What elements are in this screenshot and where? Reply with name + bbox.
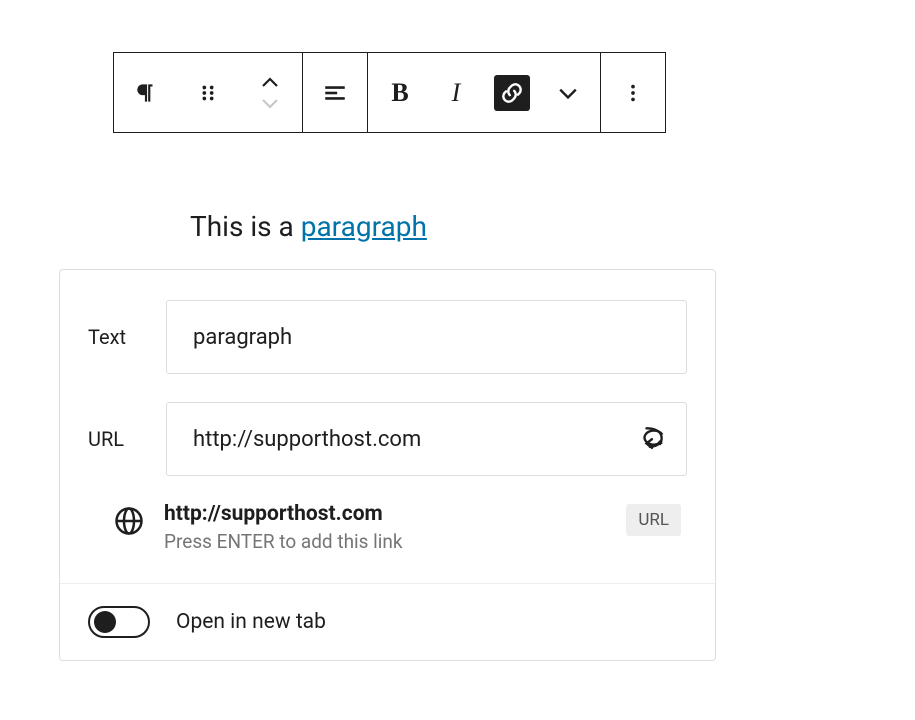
chevron-down-icon[interactable] — [261, 97, 279, 109]
submit-link-icon[interactable] — [639, 423, 667, 455]
paragraph-block[interactable]: This is a paragraph — [190, 210, 427, 243]
link-button[interactable] — [494, 75, 530, 111]
link-url-label: URL — [88, 427, 166, 451]
link-popover: Text URL — [59, 269, 716, 661]
chevron-up-icon[interactable] — [261, 77, 279, 89]
bold-button[interactable]: B — [382, 75, 418, 111]
link-text-input[interactable] — [166, 300, 687, 374]
paragraph-link[interactable]: paragraph — [301, 210, 427, 243]
link-text-label: Text — [88, 325, 166, 349]
italic-button[interactable]: I — [438, 75, 474, 111]
drag-handle-icon[interactable] — [190, 75, 226, 111]
toolbar-group-options — [601, 53, 665, 132]
paragraph-prefix: This is a — [190, 210, 301, 243]
open-new-tab-toggle[interactable] — [88, 606, 150, 638]
toolbar-group-inline: B I — [368, 53, 601, 132]
url-badge: URL — [626, 504, 681, 536]
link-url-input[interactable] — [166, 402, 687, 476]
more-options-icon[interactable] — [615, 75, 651, 111]
move-up-down[interactable] — [252, 75, 288, 111]
more-rich-text-icon[interactable] — [550, 75, 586, 111]
suggestion-hint: Press ENTER to add this link — [164, 530, 606, 553]
align-left-icon[interactable] — [317, 75, 353, 111]
link-suggestion[interactable]: http://supporthost.com Press ENTER to ad… — [88, 496, 687, 561]
block-toolbar: B I — [113, 52, 666, 133]
paragraph-icon[interactable] — [128, 75, 164, 111]
globe-icon — [114, 506, 144, 540]
toolbar-group-block — [114, 53, 303, 132]
open-new-tab-label: Open in new tab — [176, 610, 326, 634]
toolbar-group-align — [303, 53, 368, 132]
suggestion-title: http://supporthost.com — [164, 502, 606, 526]
